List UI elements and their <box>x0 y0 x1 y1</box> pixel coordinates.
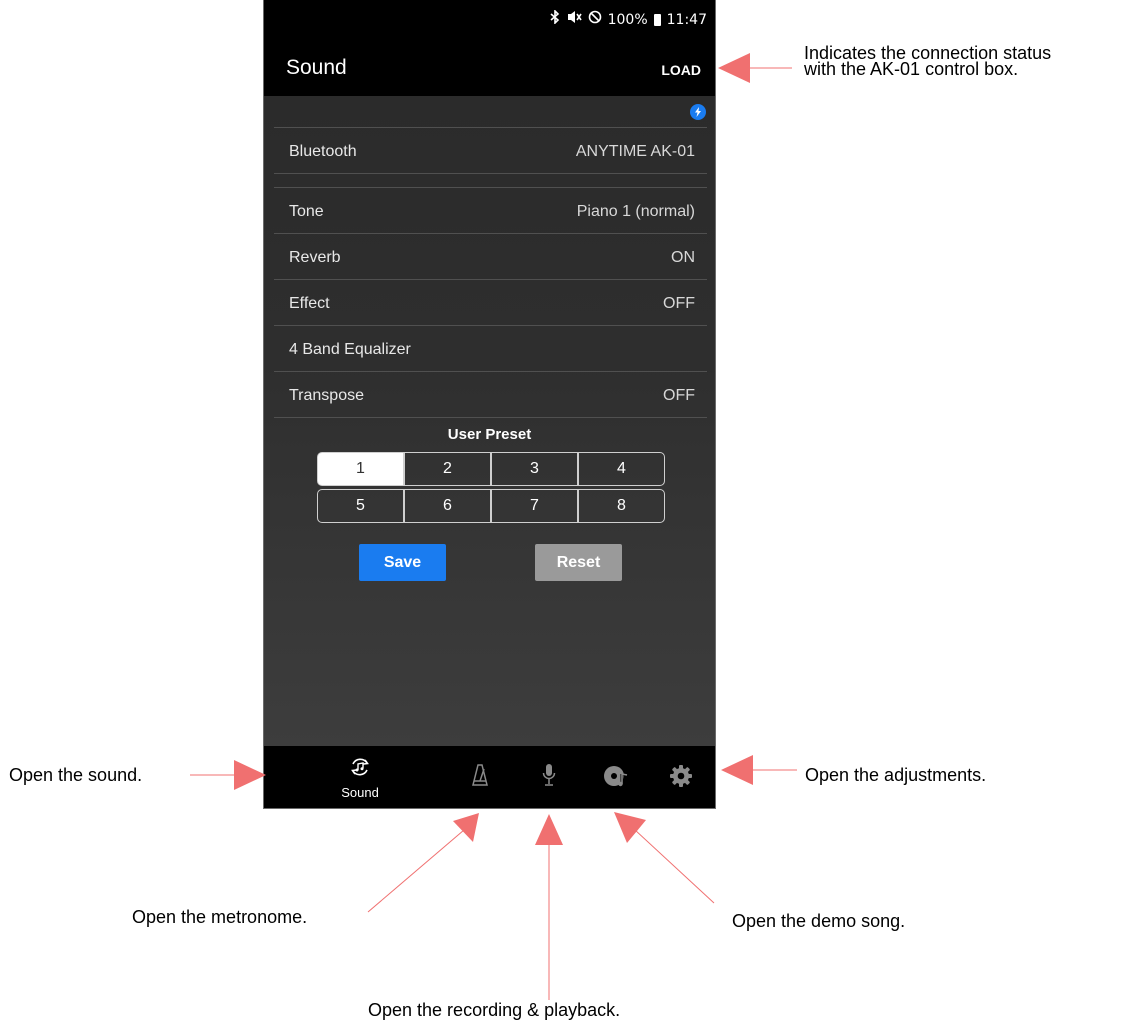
arrowhead-sound <box>234 760 266 790</box>
arrow-line-metronome <box>367 829 465 913</box>
annotation-connection-line2: with the AK-01 control box. <box>804 59 1019 79</box>
annotation-sound: Open the sound. <box>9 765 143 785</box>
arrowhead-demo <box>614 812 646 843</box>
annotation-arrows <box>190 53 797 1000</box>
arrowhead-adjustments <box>721 755 753 785</box>
arrow-line-demo <box>634 829 715 904</box>
annotation-demo-song: Open the demo song. <box>732 911 906 931</box>
annotation-adjustments: Open the adjustments. <box>805 765 987 785</box>
annotation-recording: Open the recording & playback. <box>368 1000 621 1020</box>
arrowhead-recording <box>535 814 563 845</box>
annotation-metronome: Open the metronome. <box>132 907 308 927</box>
arrowhead-connection <box>718 53 750 83</box>
arrowhead-metronome <box>453 813 479 842</box>
